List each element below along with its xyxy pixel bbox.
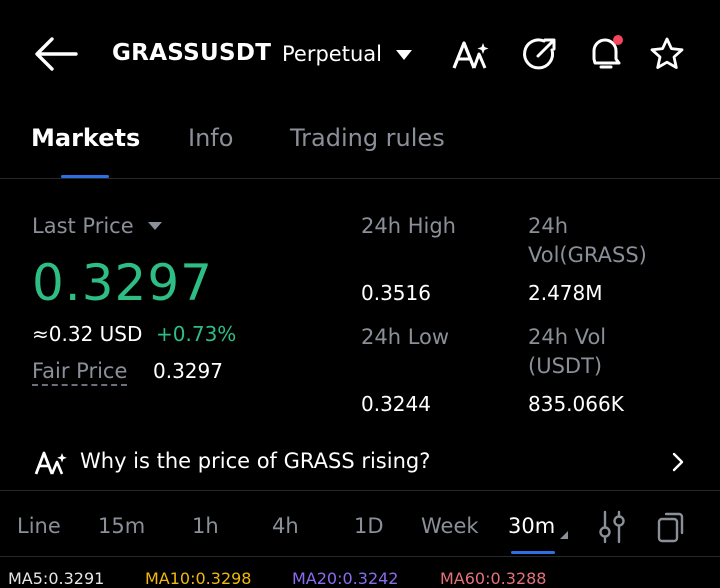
bell-icon[interactable] [586,33,626,73]
tabs-divider [0,178,720,179]
last-price-value: 0.3297 [32,254,213,312]
vol-usdt-label-line2: (USDT) [528,354,603,378]
dropdown-caret-icon[interactable] [394,48,414,62]
last-price-caret-icon[interactable] [147,221,163,231]
price-insight-link[interactable]: Why is the price of GRASS rising? [80,449,430,473]
high-24h-label: 24h High [361,214,456,238]
timeframe-30m[interactable]: 30m [508,514,555,538]
high-24h-value: 0.3516 [361,281,431,305]
timeframe-1h[interactable]: 1h [192,514,219,538]
timeframe-week[interactable]: Week [421,514,479,538]
fair-price-label[interactable]: Fair Price [32,359,128,386]
star-icon[interactable] [649,36,685,72]
tab-markets[interactable]: Markets [31,124,140,152]
change-percent: +0.73% [156,322,237,346]
ma5-indicator: MA5:0.3291 [8,569,105,588]
insight-divider [0,490,720,491]
contract-type[interactable]: Perpetual [282,42,382,66]
timeframe-line[interactable]: Line [17,514,61,538]
usd-approx: ≈0.32 USD [32,322,143,346]
share-icon[interactable] [522,36,558,72]
back-arrow-icon[interactable] [34,36,78,72]
vol-usdt-label-line1: 24h Vol [528,325,607,349]
tab-trading-rules[interactable]: Trading rules [290,124,445,152]
last-price-label[interactable]: Last Price [32,214,134,238]
timeframe-15m[interactable]: 15m [98,514,145,538]
settings-sliders-icon[interactable] [598,510,626,544]
copy-icon[interactable] [656,510,686,544]
chevron-right-icon[interactable] [670,452,686,472]
vol-grass-label-line2: Vol(GRASS) [528,243,647,267]
symbol-title[interactable]: GRASSUSDT [112,40,271,66]
timeframe-4h[interactable]: 4h [272,514,299,538]
low-24h-value: 0.3244 [361,392,431,416]
ai-insight-icon [34,450,70,476]
vol-usdt-value: 835.066K [528,392,624,416]
ma60-indicator: MA60:0.3288 [440,569,547,588]
fair-price-value: 0.3297 [153,359,223,383]
timeframe-more-caret-icon[interactable] [559,530,569,540]
ai-icon[interactable] [452,40,492,70]
active-timeframe-indicator [511,551,555,554]
fair-price-label-text[interactable]: Fair Price [32,359,128,386]
vol-grass-label-line1: 24h [528,214,569,238]
vol-grass-value: 2.478M [528,281,603,305]
tab-info[interactable]: Info [188,124,233,152]
ma20-indicator: MA20:0.3242 [292,569,399,588]
timeframe-1d[interactable]: 1D [354,514,384,538]
ma10-indicator: MA10:0.3298 [145,569,252,588]
low-24h-label: 24h Low [361,325,450,349]
